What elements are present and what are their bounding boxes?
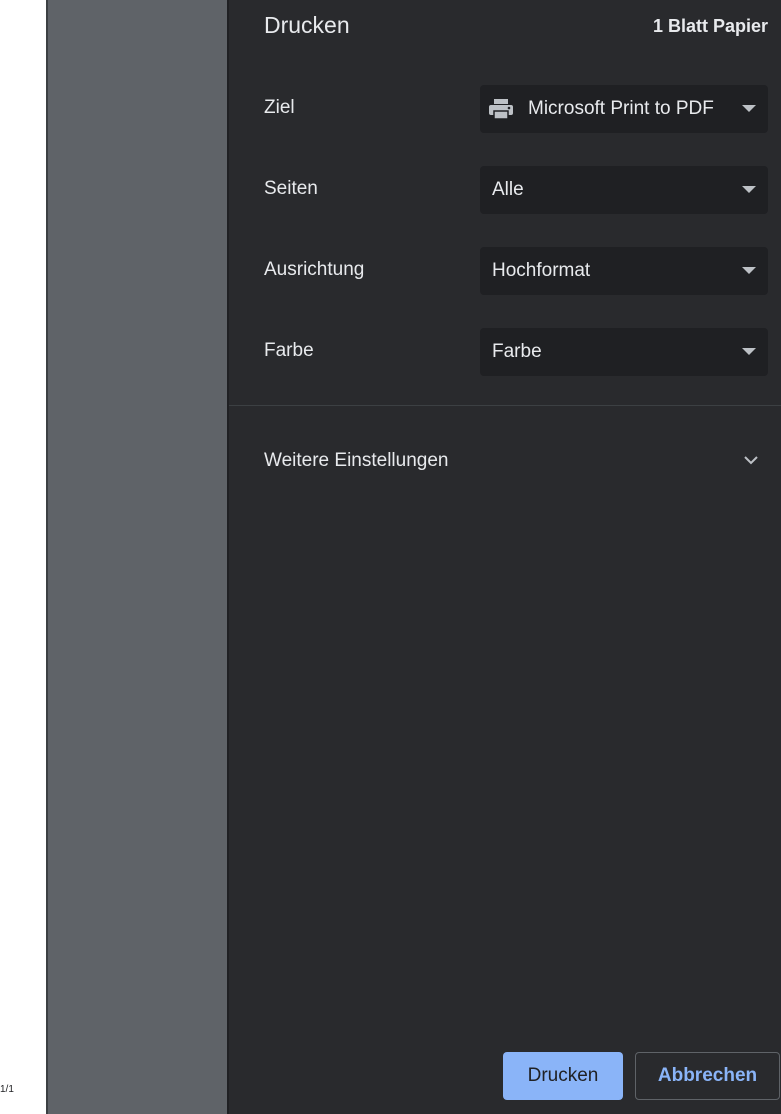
chevron-down-icon (742, 267, 756, 274)
sheet-count: 1 Blatt Papier (652, 16, 768, 36)
destination-value: Microsoft Print to PDF (528, 98, 714, 119)
pages-label: Seiten (264, 178, 318, 199)
orientation-select[interactable]: Hochformat (480, 247, 768, 295)
color-label: Farbe (264, 340, 314, 361)
print-button[interactable]: Drucken (503, 1052, 623, 1100)
pages-value: Alle (492, 179, 524, 200)
page-number-indicator: 1/1 (0, 1084, 14, 1095)
color-value: Farbe (492, 341, 542, 362)
cancel-button[interactable]: Abbrechen (635, 1052, 780, 1100)
dialog-title: Drucken (264, 12, 350, 38)
print-settings-sidebar: Drucken 1 Blatt Papier Ziel Microsoft Pr… (229, 0, 781, 1114)
chevron-down-icon (744, 456, 758, 465)
page-preview: 1/1 (0, 0, 46, 1114)
color-select[interactable]: Farbe (480, 328, 768, 376)
section-divider (229, 405, 781, 406)
destination-label: Ziel (264, 97, 295, 118)
destination-select[interactable]: Microsoft Print to PDF (480, 85, 768, 133)
chevron-down-icon (742, 186, 756, 193)
more-settings-label: Weitere Einstellungen (264, 450, 449, 471)
chevron-down-icon (742, 105, 756, 112)
printer-icon (489, 99, 513, 120)
preview-area (48, 0, 227, 1114)
pages-select[interactable]: Alle (480, 166, 768, 214)
orientation-label: Ausrichtung (264, 259, 365, 280)
chevron-down-icon (742, 348, 756, 355)
orientation-value: Hochformat (492, 260, 591, 281)
more-settings-toggle[interactable]: Weitere Einstellungen (229, 430, 781, 490)
